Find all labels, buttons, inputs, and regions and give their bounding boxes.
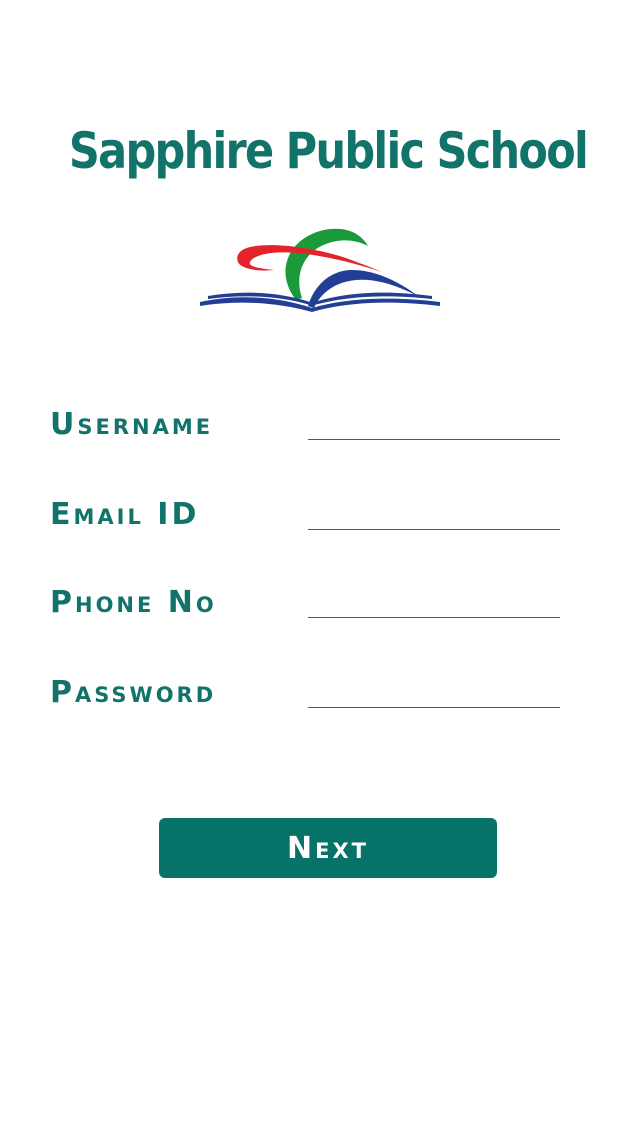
username-row: Username — [50, 390, 562, 440]
email-label: Email ID — [50, 497, 200, 532]
username-label: Username — [50, 407, 214, 442]
password-input[interactable] — [308, 674, 560, 708]
password-label: Password — [50, 675, 217, 710]
logo-red-swoosh — [237, 245, 382, 272]
next-button[interactable]: Next — [159, 818, 497, 878]
open-book-logo-icon — [200, 228, 440, 312]
school-title: Sapphire Public School — [68, 122, 589, 180]
phone-row: Phone No — [50, 568, 562, 618]
password-row: Password — [50, 658, 562, 708]
email-row: Email ID — [50, 480, 562, 530]
phone-input[interactable] — [308, 584, 560, 618]
username-input[interactable] — [308, 406, 560, 440]
phone-label: Phone No — [50, 585, 217, 620]
email-input[interactable] — [308, 496, 560, 530]
